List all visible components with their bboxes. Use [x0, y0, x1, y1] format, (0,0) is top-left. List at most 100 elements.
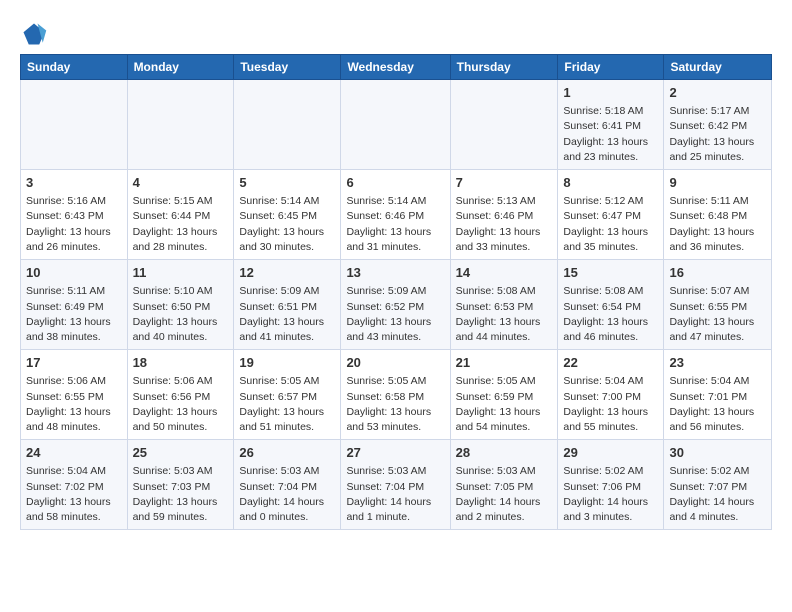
day-number: 4 [133, 174, 229, 192]
day-cell: 18 Sunrise: 5:06 AM Sunset: 6:56 PM Dayli… [127, 350, 234, 440]
day-number: 8 [563, 174, 658, 192]
day-cell: 27 Sunrise: 5:03 AM Sunset: 7:04 PM Dayli… [341, 440, 450, 530]
day-number: 1 [563, 84, 658, 102]
day-info: Sunrise: 5:03 AM Sunset: 7:04 PM Dayligh… [346, 464, 444, 525]
day-info: Sunrise: 5:08 AM Sunset: 6:53 PM Dayligh… [456, 284, 553, 345]
day-number: 11 [133, 264, 229, 282]
day-info: Sunrise: 5:09 AM Sunset: 6:51 PM Dayligh… [239, 284, 335, 345]
header-cell-wednesday: Wednesday [341, 55, 450, 80]
day-cell [341, 80, 450, 170]
day-number: 15 [563, 264, 658, 282]
day-cell: 28 Sunrise: 5:03 AM Sunset: 7:05 PM Dayli… [450, 440, 558, 530]
day-cell [21, 80, 128, 170]
day-number: 23 [669, 354, 766, 372]
day-cell: 29 Sunrise: 5:02 AM Sunset: 7:06 PM Dayli… [558, 440, 664, 530]
day-cell [127, 80, 234, 170]
header-row: SundayMondayTuesdayWednesdayThursdayFrid… [21, 55, 772, 80]
day-cell: 20Sunrise: 5:05 AM Sunset: 6:58 PM Dayli… [341, 350, 450, 440]
day-cell: 2Sunrise: 5:17 AM Sunset: 6:42 PM Daylig… [664, 80, 772, 170]
day-number: 18 [133, 354, 229, 372]
day-number: 26 [239, 444, 335, 462]
day-number: 25 [133, 444, 229, 462]
day-cell: 26 Sunrise: 5:03 AM Sunset: 7:04 PM Dayli… [234, 440, 341, 530]
day-info: Sunrise: 5:16 AM Sunset: 6:43 PM Dayligh… [26, 194, 122, 255]
day-number: 9 [669, 174, 766, 192]
header-cell-tuesday: Tuesday [234, 55, 341, 80]
logo-icon [20, 20, 48, 48]
day-number: 12 [239, 264, 335, 282]
day-cell: 11Sunrise: 5:10 AM Sunset: 6:50 PM Dayli… [127, 260, 234, 350]
day-info: Sunrise: 5:02 AM Sunset: 7:06 PM Dayligh… [563, 464, 658, 525]
page: SundayMondayTuesdayWednesdayThursdayFrid… [0, 0, 792, 540]
day-number: 19 [239, 354, 335, 372]
day-number: 27 [346, 444, 444, 462]
day-number: 16 [669, 264, 766, 282]
day-cell [450, 80, 558, 170]
day-cell: 21 Sunrise: 5:05 AM Sunset: 6:59 PM Dayli… [450, 350, 558, 440]
calendar-table: SundayMondayTuesdayWednesdayThursdayFrid… [20, 54, 772, 530]
day-info: Sunrise: 5:05 AM Sunset: 6:59 PM Dayligh… [456, 374, 553, 435]
day-cell: 5Sunrise: 5:14 AM Sunset: 6:45 PM Daylig… [234, 170, 341, 260]
week-row-3: 10 Sunrise: 5:11 AM Sunset: 6:49 PM Dayli… [21, 260, 772, 350]
day-info: Sunrise: 5:03 AM Sunset: 7:05 PM Dayligh… [456, 464, 553, 525]
day-cell: 24 Sunrise: 5:04 AM Sunset: 7:02 PM Dayli… [21, 440, 128, 530]
day-cell: 22 Sunrise: 5:04 AM Sunset: 7:00 PM Dayli… [558, 350, 664, 440]
day-info: Sunrise: 5:12 AM Sunset: 6:47 PM Dayligh… [563, 194, 658, 255]
day-cell: 3 Sunrise: 5:16 AM Sunset: 6:43 PM Daylig… [21, 170, 128, 260]
day-info: Sunrise: 5:03 AM Sunset: 7:03 PM Dayligh… [133, 464, 229, 525]
header-cell-friday: Friday [558, 55, 664, 80]
day-info: Sunrise: 5:05 AM Sunset: 6:57 PM Dayligh… [239, 374, 335, 435]
day-info: Sunrise: 5:18 AM Sunset: 6:41 PM Dayligh… [563, 104, 658, 165]
week-row-5: 24 Sunrise: 5:04 AM Sunset: 7:02 PM Dayli… [21, 440, 772, 530]
day-info: Sunrise: 5:15 AM Sunset: 6:44 PM Dayligh… [133, 194, 229, 255]
day-info: Sunrise: 5:06 AM Sunset: 6:56 PM Dayligh… [133, 374, 229, 435]
day-info: Sunrise: 5:11 AM Sunset: 6:48 PM Dayligh… [669, 194, 766, 255]
day-info: Sunrise: 5:09 AM Sunset: 6:52 PM Dayligh… [346, 284, 444, 345]
day-info: Sunrise: 5:13 AM Sunset: 6:46 PM Dayligh… [456, 194, 553, 255]
day-cell: 1 Sunrise: 5:18 AM Sunset: 6:41 PM Daylig… [558, 80, 664, 170]
day-cell: 25 Sunrise: 5:03 AM Sunset: 7:03 PM Dayli… [127, 440, 234, 530]
day-number: 3 [26, 174, 122, 192]
header-area [20, 16, 772, 48]
header-cell-saturday: Saturday [664, 55, 772, 80]
day-info: Sunrise: 5:04 AM Sunset: 7:02 PM Dayligh… [26, 464, 122, 525]
logo [20, 20, 52, 48]
day-number: 29 [563, 444, 658, 462]
day-number: 28 [456, 444, 553, 462]
day-cell: 8 Sunrise: 5:12 AM Sunset: 6:47 PM Daylig… [558, 170, 664, 260]
day-cell: 9 Sunrise: 5:11 AM Sunset: 6:48 PM Daylig… [664, 170, 772, 260]
day-cell: 15 Sunrise: 5:08 AM Sunset: 6:54 PM Dayli… [558, 260, 664, 350]
day-cell: 30Sunrise: 5:02 AM Sunset: 7:07 PM Dayli… [664, 440, 772, 530]
day-info: Sunrise: 5:11 AM Sunset: 6:49 PM Dayligh… [26, 284, 122, 345]
day-cell [234, 80, 341, 170]
day-number: 30 [669, 444, 766, 462]
week-row-4: 17Sunrise: 5:06 AM Sunset: 6:55 PM Dayli… [21, 350, 772, 440]
day-number: 14 [456, 264, 553, 282]
day-number: 20 [346, 354, 444, 372]
day-info: Sunrise: 5:06 AM Sunset: 6:55 PM Dayligh… [26, 374, 122, 435]
day-number: 5 [239, 174, 335, 192]
day-number: 10 [26, 264, 122, 282]
day-info: Sunrise: 5:08 AM Sunset: 6:54 PM Dayligh… [563, 284, 658, 345]
day-number: 22 [563, 354, 658, 372]
day-cell: 14 Sunrise: 5:08 AM Sunset: 6:53 PM Dayli… [450, 260, 558, 350]
header-cell-thursday: Thursday [450, 55, 558, 80]
day-cell: 16 Sunrise: 5:07 AM Sunset: 6:55 PM Dayli… [664, 260, 772, 350]
day-number: 13 [346, 264, 444, 282]
day-cell: 13 Sunrise: 5:09 AM Sunset: 6:52 PM Dayli… [341, 260, 450, 350]
day-cell: 17Sunrise: 5:06 AM Sunset: 6:55 PM Dayli… [21, 350, 128, 440]
header-cell-sunday: Sunday [21, 55, 128, 80]
day-number: 24 [26, 444, 122, 462]
day-number: 21 [456, 354, 553, 372]
day-number: 7 [456, 174, 553, 192]
day-info: Sunrise: 5:04 AM Sunset: 7:00 PM Dayligh… [563, 374, 658, 435]
week-row-2: 3 Sunrise: 5:16 AM Sunset: 6:43 PM Daylig… [21, 170, 772, 260]
day-info: Sunrise: 5:07 AM Sunset: 6:55 PM Dayligh… [669, 284, 766, 345]
day-cell: 23 Sunrise: 5:04 AM Sunset: 7:01 PM Dayli… [664, 350, 772, 440]
day-info: Sunrise: 5:03 AM Sunset: 7:04 PM Dayligh… [239, 464, 335, 525]
day-cell: 6Sunrise: 5:14 AM Sunset: 6:46 PM Daylig… [341, 170, 450, 260]
day-cell: 7 Sunrise: 5:13 AM Sunset: 6:46 PM Daylig… [450, 170, 558, 260]
day-number: 6 [346, 174, 444, 192]
day-cell: 12 Sunrise: 5:09 AM Sunset: 6:51 PM Dayli… [234, 260, 341, 350]
day-info: Sunrise: 5:04 AM Sunset: 7:01 PM Dayligh… [669, 374, 766, 435]
